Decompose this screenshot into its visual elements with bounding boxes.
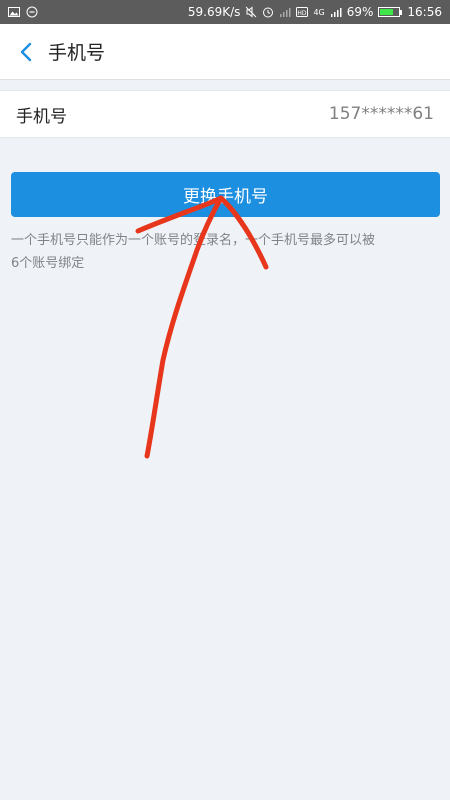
back-button[interactable]: [6, 24, 46, 80]
clock: 16:56: [407, 5, 442, 19]
hd-icon: HD: [296, 7, 309, 17]
binding-note-line-2: 6个账号绑定: [11, 256, 85, 271]
binding-note-line-1: 一个手机号只能作为一个账号的登录名，一个手机号最多可以被: [11, 233, 376, 248]
status-bar: 59.69K/s HD 4G 69% 16:56: [0, 0, 450, 24]
mute-icon: [246, 6, 257, 18]
minus-circle-icon: [26, 6, 38, 18]
network-type: 4G: [313, 7, 325, 17]
battery-icon: [378, 7, 403, 17]
signal-icon: [280, 8, 291, 17]
change-phone-number-button[interactable]: 更换手机号: [11, 172, 440, 217]
chevron-left-icon: [20, 42, 32, 61]
navigation-bar: 手机号: [0, 24, 450, 80]
image-icon: [8, 7, 20, 17]
page-title: 手机号: [48, 42, 106, 64]
svg-text:HD: HD: [298, 10, 308, 17]
phone-number-label: 手机号: [16, 106, 67, 127]
binding-note: 一个手机号只能作为一个账号的登录名，一个手机号最多可以被 6个账号绑定: [11, 229, 441, 275]
phone-number-value: 157******61: [328, 104, 434, 124]
battery-percent: 69%: [346, 5, 374, 19]
battery-fill: [380, 9, 393, 15]
alarm-icon: [263, 7, 274, 18]
signal-bars-icon: [330, 8, 342, 17]
phone-number-row: 手机号 157******61: [0, 90, 450, 138]
network-speed: 59.69K/s: [187, 5, 241, 19]
